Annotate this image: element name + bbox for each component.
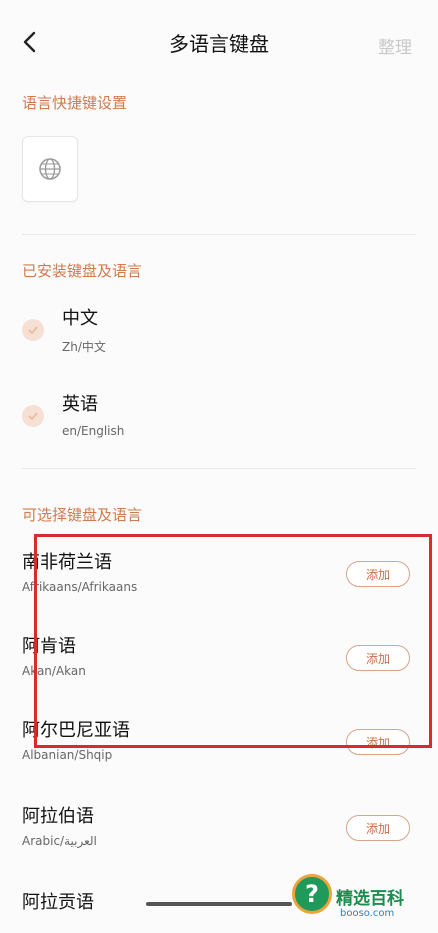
section-title-installed: 已安装键盘及语言 [22, 262, 143, 280]
section-title-shortcut: 语言快捷键设置 [22, 94, 128, 112]
globe-shortcut-tile[interactable] [22, 136, 78, 202]
language-code: Zh/中文 [62, 340, 106, 354]
watermark-text: 精选百科 [336, 889, 404, 909]
language-name: 阿拉伯语 [22, 806, 94, 827]
page-title: 多语言键盘 [169, 32, 269, 56]
section-title-available: 可选择键盘及语言 [22, 506, 143, 524]
organize-button[interactable]: 整理 [378, 33, 412, 58]
language-name: 中文 [62, 308, 98, 329]
highlight-frame [34, 534, 432, 748]
divider [22, 234, 416, 235]
globe-icon [39, 158, 61, 180]
available-item: 阿拉伯语 Arabic/العربية 添加 [22, 802, 416, 858]
home-indicator [146, 902, 292, 906]
language-code: Arabic/العربية [22, 834, 97, 848]
watermark-domain: booso.com [340, 908, 395, 919]
language-name: 英语 [62, 394, 98, 415]
installed-item-english[interactable]: 英语 en/English [22, 386, 402, 446]
installed-item-chinese[interactable]: 中文 Zh/中文 [22, 300, 402, 360]
check-icon [22, 319, 44, 341]
check-icon [22, 405, 44, 427]
question-icon: ? [292, 874, 332, 914]
add-button[interactable]: 添加 [346, 815, 410, 841]
language-name: 阿拉贡语 [22, 892, 94, 913]
watermark: ? 精选百科 booso.com [282, 868, 438, 928]
divider [22, 468, 416, 469]
language-code: en/English [62, 424, 125, 438]
language-code: Albanian/Shqip [22, 748, 113, 762]
